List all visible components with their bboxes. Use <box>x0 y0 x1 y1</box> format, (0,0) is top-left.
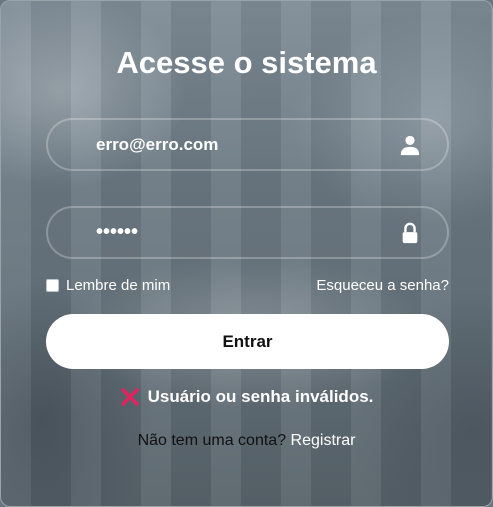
password-field-container <box>46 206 449 259</box>
password-field[interactable] <box>96 208 376 257</box>
remember-label: Lembre de mim <box>66 277 171 294</box>
error-message: Usuário ou senha inválidos. <box>1 387 492 407</box>
register-question: Não tem uma conta? <box>137 432 291 449</box>
email-field[interactable] <box>96 120 376 169</box>
lock-icon <box>402 222 418 244</box>
login-button[interactable]: Entrar <box>46 314 449 369</box>
remember-checkbox[interactable] <box>46 279 59 292</box>
x-icon <box>120 388 139 406</box>
forgot-password-link[interactable]: Esqueceu a senha? <box>316 277 449 294</box>
register-line: Não tem uma conta? Registrar <box>1 432 492 450</box>
page-title: Acesse o sistema <box>116 45 377 80</box>
register-link[interactable]: Registrar <box>291 432 356 449</box>
remember-me[interactable]: Lembre de mim <box>46 277 170 294</box>
login-panel: Acesse o sistema Lembre de mim Esqueceu … <box>0 0 493 507</box>
form-options: Lembre de mim Esqueceu a senha? <box>46 277 449 297</box>
error-text: Usuário ou senha inválidos. <box>147 387 374 406</box>
email-field-container <box>46 118 449 171</box>
user-icon <box>400 135 420 156</box>
